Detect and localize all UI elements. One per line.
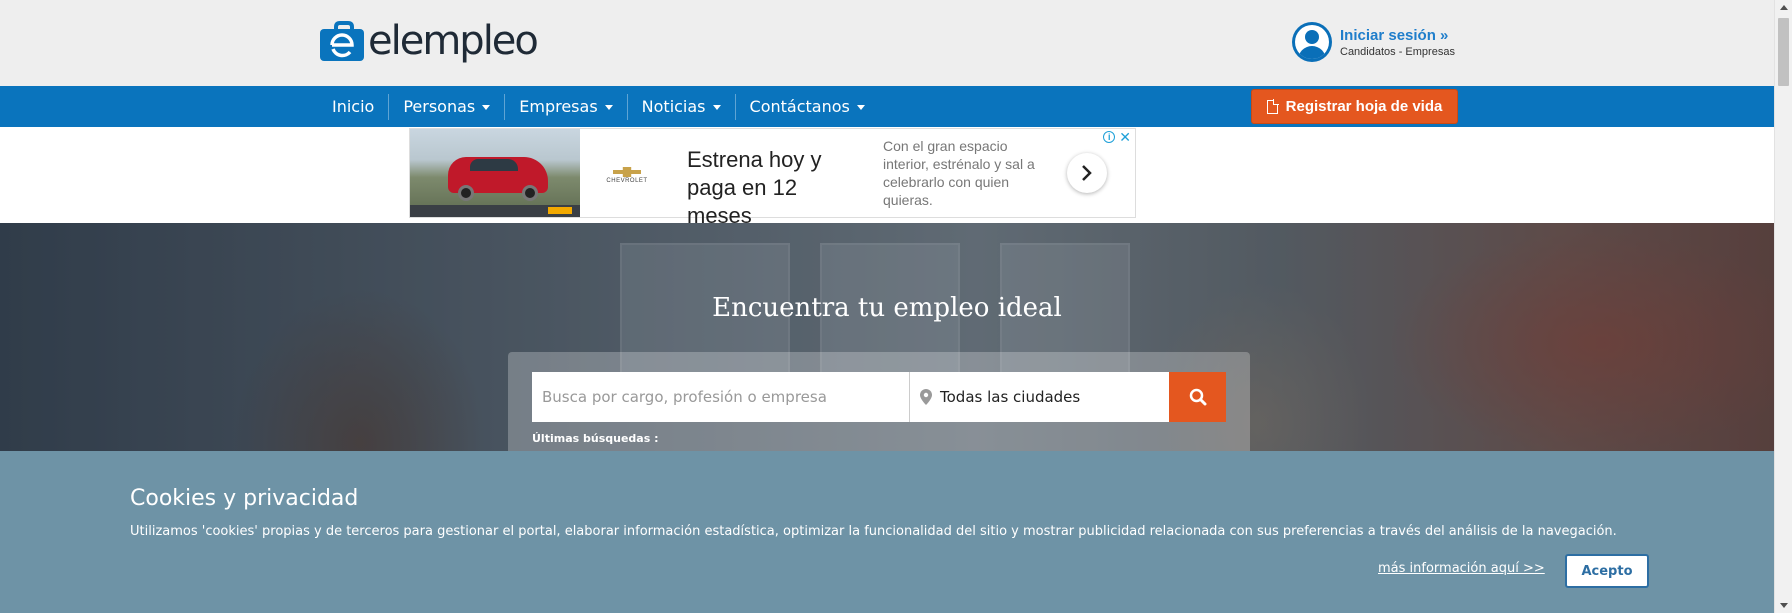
search-button[interactable] — [1169, 372, 1226, 422]
caret-down-icon — [712, 105, 721, 110]
nav-item-noticias[interactable]: Noticias — [626, 93, 735, 120]
ad-headline: Estrena hoy y paga en 12 meses — [687, 147, 822, 228]
nav-item-label: Empresas — [519, 96, 598, 116]
ad-car-image — [410, 129, 580, 217]
scroll-up-arrow-icon[interactable] — [1780, 5, 1788, 10]
cookie-text: Utilizamos 'cookies' propias y de tercer… — [130, 524, 1617, 539]
close-icon[interactable]: ✕ — [1119, 130, 1131, 144]
map-pin-icon — [920, 389, 932, 405]
nav-item-label: Inicio — [332, 96, 375, 116]
briefcase-logo-icon — [320, 21, 364, 61]
scroll-thumb[interactable] — [1778, 18, 1789, 86]
ad-banner[interactable]: CHEVROLET Estrena hoy y paga en 12 meses… — [409, 128, 1136, 228]
nav-item-contactanos[interactable]: Contáctanos — [734, 93, 879, 120]
nav-item-label: Noticias — [641, 96, 706, 116]
hero-title: Encuentra tu empleo ideal — [712, 293, 1062, 323]
city-select[interactable]: Todas las ciudades — [909, 372, 1169, 422]
chevron-right-icon — [1082, 165, 1092, 181]
login-link[interactable]: Iniciar sesión » Candidatos - Empresas — [1292, 22, 1455, 62]
job-search-input[interactable] — [532, 372, 909, 422]
cookie-title: Cookies y privacidad — [130, 486, 359, 511]
nav-item-label: Personas — [403, 96, 476, 116]
chevrolet-logo-icon: CHEVROLET — [605, 165, 649, 185]
cookie-banner: Cookies y privacidad Utilizamos 'cookies… — [0, 451, 1774, 613]
search-icon — [1189, 388, 1206, 406]
info-icon[interactable]: i — [1103, 131, 1116, 143]
login-title[interactable]: Iniciar sesión » — [1340, 27, 1455, 44]
user-avatar-icon — [1292, 22, 1332, 62]
login-subtitle: Candidatos - Empresas — [1340, 45, 1455, 58]
main-nav: Inicio Personas Empresas Noticias Contác… — [0, 86, 1774, 127]
cookie-more-info-link[interactable]: más información aquí >> — [1378, 561, 1545, 576]
nav-item-empresas[interactable]: Empresas — [504, 93, 626, 120]
register-cv-label: Registrar hoja de vida — [1285, 98, 1443, 115]
logo-text: elempleo — [368, 18, 539, 64]
nav-item-personas[interactable]: Personas — [388, 93, 504, 120]
city-select-value: Todas las ciudades — [940, 388, 1081, 406]
caret-down-icon — [856, 105, 865, 110]
site-logo[interactable]: elempleo — [318, 16, 539, 66]
caret-down-icon — [482, 105, 491, 110]
caret-down-icon — [604, 105, 613, 110]
ad-body: Con el gran espacio interior, estrénalo … — [883, 138, 1035, 208]
top-header: elempleo Iniciar sesión » Candidatos - E… — [0, 0, 1774, 86]
register-cv-button[interactable]: Registrar hoja de vida — [1251, 89, 1458, 124]
nav-item-inicio[interactable]: Inicio — [318, 94, 388, 120]
page-viewport: elempleo Iniciar sesión » Candidatos - E… — [0, 0, 1774, 613]
vertical-scrollbar[interactable] — [1774, 0, 1792, 613]
recent-searches-label: Últimas búsquedas : — [532, 432, 659, 445]
scroll-down-arrow-icon[interactable] — [1780, 603, 1788, 608]
nav-item-label: Contáctanos — [749, 96, 850, 116]
ad-next-button[interactable] — [1067, 153, 1107, 193]
ad-choices[interactable]: i ✕ — [1103, 130, 1131, 144]
nav-items: Inicio Personas Empresas Noticias Contác… — [318, 86, 879, 127]
cookie-accept-button[interactable]: Acepto — [1565, 554, 1649, 588]
document-icon — [1266, 98, 1279, 114]
